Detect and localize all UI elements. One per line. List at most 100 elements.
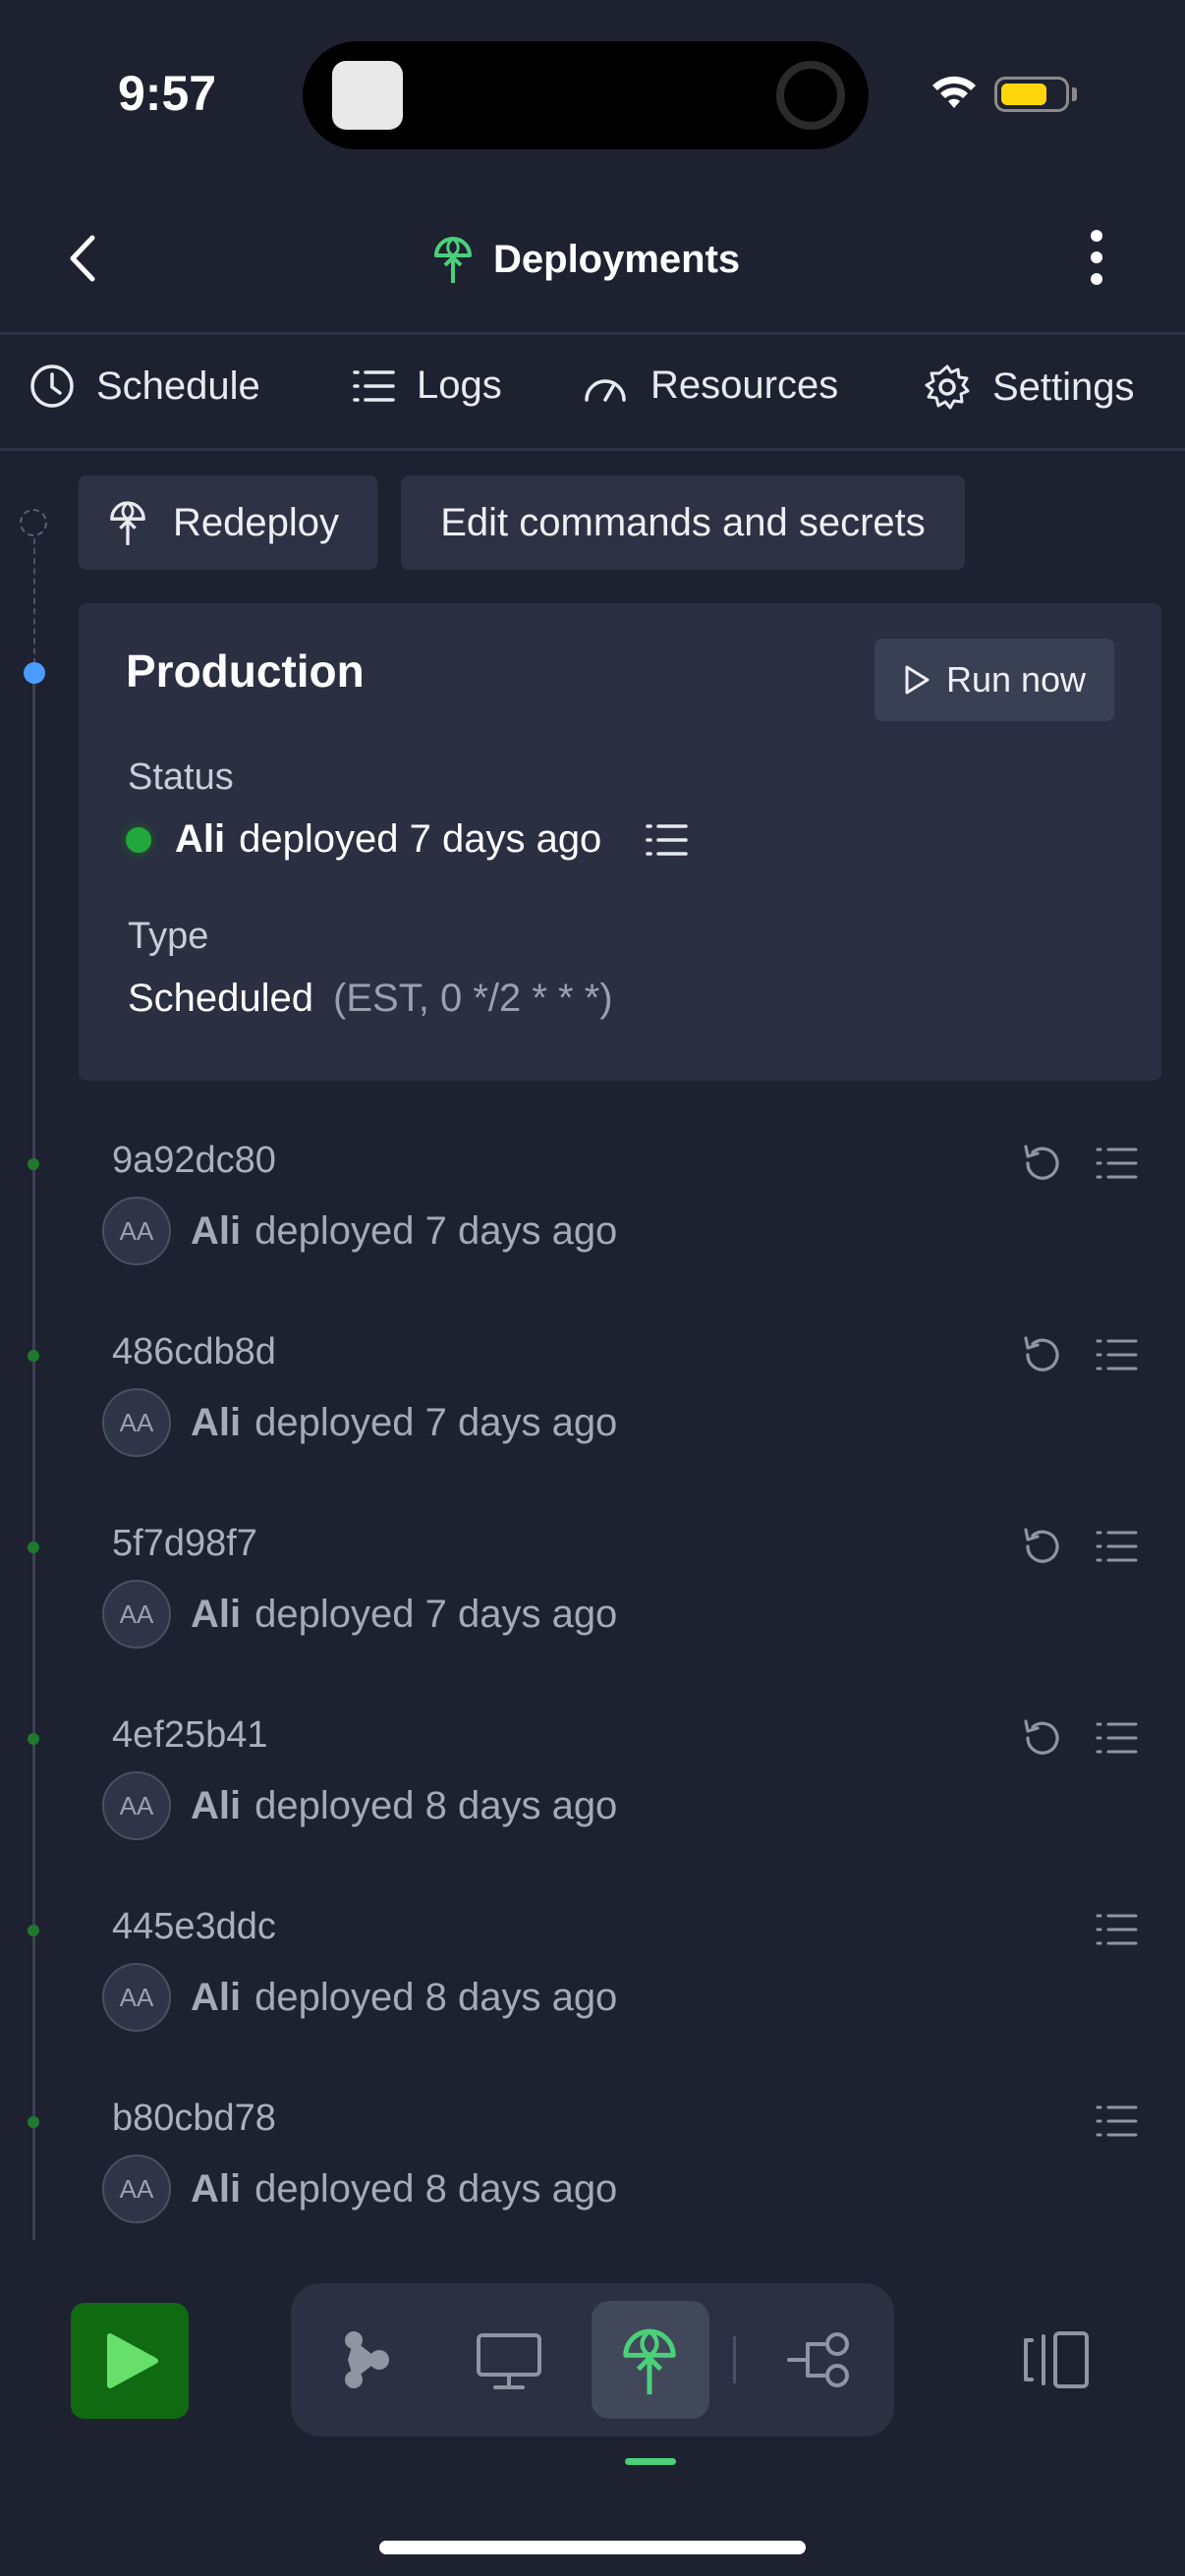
type-name: Scheduled [128,977,314,1020]
logs-icon[interactable] [1095,2103,1138,2139]
logs-icon[interactable] [645,822,689,858]
run-button[interactable] [71,2303,189,2419]
tab-settings[interactable]: Settings [924,364,1135,411]
page-title-text: Deployments [493,237,741,281]
activity-ring-icon [776,61,845,130]
commit-hash: b80cbd78 [112,2098,276,2139]
gauge-icon [585,378,626,402]
timeline-node [28,2116,39,2128]
logs-icon[interactable] [1095,1337,1138,1372]
deploy-user: Ali [191,1975,242,2019]
status-time: 9:57 [118,66,217,121]
deploy-text: deployed 7 days ago [254,1208,618,1253]
timeline-node [28,1541,39,1553]
deploy-meta: AA Ali deployed 8 days ago [102,1771,617,1840]
gear-icon [925,364,970,410]
deploy-user: Ali [191,1208,242,1253]
timeline-node [28,1925,39,1936]
avatar: AA [102,1580,171,1649]
switcher-divider [733,2336,736,2383]
deployment-row[interactable]: 4ef25b41 AA Ali deployed 8 days ago [0,1714,1185,1906]
play-icon [107,2333,158,2388]
deploy-text: deployed 8 days ago [254,2166,618,2211]
production-title: Production [126,645,365,697]
back-chevron-icon[interactable] [65,234,100,283]
logs-icon[interactable] [1095,1529,1138,1564]
status-dot [126,826,151,853]
production-card: Production Run now Status Ali deployed 7… [79,603,1161,1081]
panel-toggle-icon[interactable] [1020,2330,1091,2389]
status-user: Ali [175,817,226,861]
tab-resources-label: Resources [650,364,839,407]
deploy-user: Ali [191,1592,242,1636]
deploy-text: deployed 7 days ago [254,1592,618,1636]
tab-logs-label: Logs [417,364,502,407]
list-icon [353,369,395,402]
timeline-current-node [24,662,45,684]
deployment-row[interactable]: 5f7d98f7 AA Ali deployed 7 days ago [0,1523,1185,1714]
deploy-meta: AA Ali deployed 8 days ago [102,2155,617,2223]
deployment-row[interactable]: 9a92dc80 AA Ali deployed 7 days ago [0,1140,1185,1331]
clock-icon [30,364,74,408]
battery-icon [994,77,1069,112]
logs-icon[interactable] [1095,1146,1138,1181]
play-icon [905,665,930,695]
deploy-meta: AA Ali deployed 8 days ago [102,1963,617,2032]
logs-icon[interactable] [1095,1720,1138,1756]
type-value: Scheduled (EST, 0 */2 * * *) [128,977,613,1021]
deployments-icon[interactable] [619,2324,680,2397]
timeline-node [28,1733,39,1745]
run-now-button[interactable]: Run now [875,639,1114,721]
timeline-node [28,1350,39,1362]
rollback-icon[interactable] [1020,1525,1063,1568]
tab-settings-label: Settings [992,364,1135,409]
commit-hash: 4ef25b41 [112,1714,268,1756]
wifi-icon [932,76,976,108]
tab-schedule[interactable]: Schedule [29,364,260,409]
status-label: Status [128,756,234,798]
deploy-user: Ali [191,2166,242,2211]
redeploy-button[interactable]: Redeploy [79,476,377,570]
avatar: AA [102,1197,171,1265]
run-now-label: Run now [945,659,1087,700]
deployment-row[interactable]: 445e3ddc AA Ali deployed 8 days ago [0,1906,1185,2098]
type-detail: (EST, 0 */2 * * *) [333,977,613,1020]
deploy-icon [110,501,145,545]
tab-bar: Schedule Logs Resources Settings [0,334,1185,450]
type-label: Type [128,916,209,957]
deploy-text: deployed 8 days ago [254,1975,618,2019]
edit-commands-button[interactable]: Edit commands and secrets [401,476,965,570]
rollback-icon[interactable] [1020,1142,1063,1185]
deploy-meta: AA Ali deployed 7 days ago [102,1580,617,1649]
rollback-icon[interactable] [1020,1716,1063,1760]
deployment-row[interactable]: b80cbd78 AA Ali deployed 8 days ago [0,2098,1185,2289]
deploy-text: deployed 7 days ago [254,1400,618,1444]
home-indicator[interactable] [379,2541,806,2554]
rollback-icon[interactable] [1020,1333,1063,1376]
deploy-meta: AA Ali deployed 7 days ago [102,1197,617,1265]
deploy-meta: AA Ali deployed 7 days ago [102,1388,617,1457]
battery-tip [1072,87,1077,101]
more-options-icon[interactable] [1087,228,1106,287]
logs-icon[interactable] [1095,1912,1138,1947]
tab-logs[interactable]: Logs [352,364,502,408]
tab-schedule-label: Schedule [96,364,260,408]
avatar: AA [102,1771,171,1840]
edit-commands-label: Edit commands and secrets [440,500,926,544]
deploy-icon [434,237,472,283]
deployment-row[interactable]: 486cdb8d AA Ali deployed 7 days ago [0,1331,1185,1523]
commit-hash: 9a92dc80 [112,1140,276,1181]
active-tab-indicator [625,2458,676,2465]
deploy-text: deployed 8 days ago [254,1783,618,1827]
commit-hash: 5f7d98f7 [112,1523,257,1564]
deploy-user: Ali [191,1783,242,1827]
avatar: AA [102,2155,171,2223]
tab-resources[interactable]: Resources [582,364,838,408]
timeline-dashed [33,538,35,664]
monitor-icon[interactable] [476,2332,542,2391]
deploy-user: Ali [191,1400,242,1444]
agent-icon[interactable] [334,2324,403,2395]
git-branch-icon[interactable] [786,2330,855,2389]
timeline-node [28,1158,39,1170]
timeline-pending-node [20,509,47,536]
